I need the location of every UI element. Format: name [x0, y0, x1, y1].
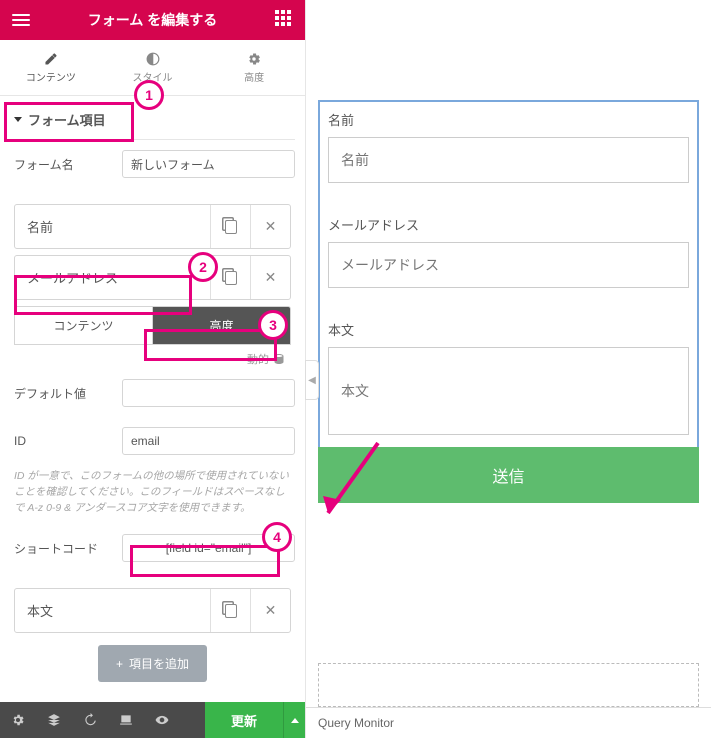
default-value-row: デフォルト値	[10, 369, 295, 417]
remove-button[interactable]: ✕	[250, 256, 290, 299]
contrast-icon	[145, 51, 161, 67]
id-row: ID	[10, 417, 295, 465]
settings-button[interactable]	[0, 702, 36, 738]
field-label[interactable]: 名前	[15, 205, 210, 248]
dynamic-label: 動的	[247, 351, 269, 367]
copy-icon	[225, 271, 237, 285]
copy-icon	[225, 220, 237, 234]
preview-field-email: メールアドレス	[320, 207, 697, 312]
preview-input-body[interactable]	[328, 347, 689, 435]
caret-up-icon	[291, 718, 299, 723]
preview-button[interactable]	[144, 702, 180, 738]
tab-label: コンテンツ	[26, 69, 76, 84]
editor-panel: フォーム を編集する コンテンツ スタイル	[0, 0, 306, 738]
shortcode-row: ショートコード	[10, 524, 295, 572]
add-item-button[interactable]: + 項目を追加	[98, 645, 207, 682]
default-value-label: デフォルト値	[14, 385, 114, 402]
hamburger-icon[interactable]	[12, 10, 32, 30]
preview-input-name[interactable]	[328, 137, 689, 183]
panel-collapse-handle[interactable]: ◀	[305, 360, 319, 400]
id-label: ID	[14, 434, 114, 448]
field-item-email[interactable]: メールアドレス ✕	[14, 255, 291, 300]
preview-field-name: 名前	[320, 102, 697, 207]
plus-icon: +	[116, 657, 123, 671]
panel-header: フォーム を編集する	[0, 0, 305, 40]
gear-icon	[246, 51, 262, 67]
panel-body: フォーム項目 フォーム名 名前 ✕ メールアドレス ✕ コンテンツ 高度	[0, 96, 305, 702]
duplicate-button[interactable]	[210, 205, 250, 248]
preview-input-email[interactable]	[328, 242, 689, 288]
update-options-button[interactable]	[283, 702, 305, 738]
query-monitor-bar[interactable]: Query Monitor	[306, 707, 711, 738]
annotation-badge-1: 1	[134, 80, 164, 110]
field-label[interactable]: 本文	[15, 589, 210, 632]
annotation-badge-4: 4	[262, 522, 292, 552]
grid-icon[interactable]	[273, 10, 293, 30]
field-subtabs: コンテンツ 高度	[14, 306, 291, 345]
shortcode-label: ショートコード	[14, 540, 114, 557]
annotation-badge-2: 2	[188, 252, 218, 282]
tab-label: 高度	[244, 69, 264, 84]
id-help-text: ID が一意で、このフォームの他の場所で使用されていないことを確認してください。…	[10, 465, 295, 524]
dynamic-toggle[interactable]: 動的	[10, 345, 295, 369]
tab-content[interactable]: コンテンツ	[0, 40, 102, 95]
close-icon: ✕	[265, 269, 277, 286]
default-value-input[interactable]	[122, 379, 295, 407]
history-button[interactable]	[72, 702, 108, 738]
annotation-badge-3: 3	[258, 310, 288, 340]
duplicate-button[interactable]	[210, 589, 250, 632]
preview-label: 本文	[328, 320, 689, 347]
preview-label: 名前	[328, 110, 689, 137]
qm-label: Query Monitor	[318, 716, 394, 730]
form-preview: ◀ 名前 メールアドレス 本文 送信 Query Monitor	[306, 0, 711, 738]
field-label[interactable]: メールアドレス	[15, 256, 210, 299]
update-label: 更新	[231, 711, 257, 730]
pencil-icon	[43, 51, 59, 67]
section-title: フォーム項目	[28, 110, 106, 129]
panel-footer: 更新	[0, 702, 305, 738]
field-item-name[interactable]: 名前 ✕	[14, 204, 291, 249]
form-name-input[interactable]	[122, 150, 295, 178]
preview-field-body: 本文	[320, 312, 697, 447]
field-item-body[interactable]: 本文 ✕	[14, 588, 291, 633]
caret-down-icon	[14, 117, 22, 122]
preview-label: メールアドレス	[328, 215, 689, 242]
form-name-row: フォーム名	[10, 140, 295, 188]
form-name-label: フォーム名	[14, 156, 114, 173]
update-button[interactable]: 更新	[205, 702, 283, 738]
panel-title: フォーム を編集する	[88, 10, 217, 30]
preview-submit-button[interactable]: 送信	[318, 447, 699, 503]
remove-button[interactable]: ✕	[250, 589, 290, 632]
navigator-button[interactable]	[36, 702, 72, 738]
tab-advanced[interactable]: 高度	[203, 40, 305, 95]
subtab-content[interactable]: コンテンツ	[14, 306, 152, 345]
remove-button[interactable]: ✕	[250, 205, 290, 248]
responsive-button[interactable]	[108, 702, 144, 738]
copy-icon	[225, 604, 237, 618]
empty-section-placeholder[interactable]	[318, 663, 699, 707]
add-item-label: 項目を追加	[129, 655, 189, 672]
close-icon: ✕	[265, 218, 277, 235]
id-input[interactable]	[122, 427, 295, 455]
close-icon: ✕	[265, 602, 277, 619]
submit-label: 送信	[492, 469, 524, 486]
database-icon	[273, 353, 285, 365]
